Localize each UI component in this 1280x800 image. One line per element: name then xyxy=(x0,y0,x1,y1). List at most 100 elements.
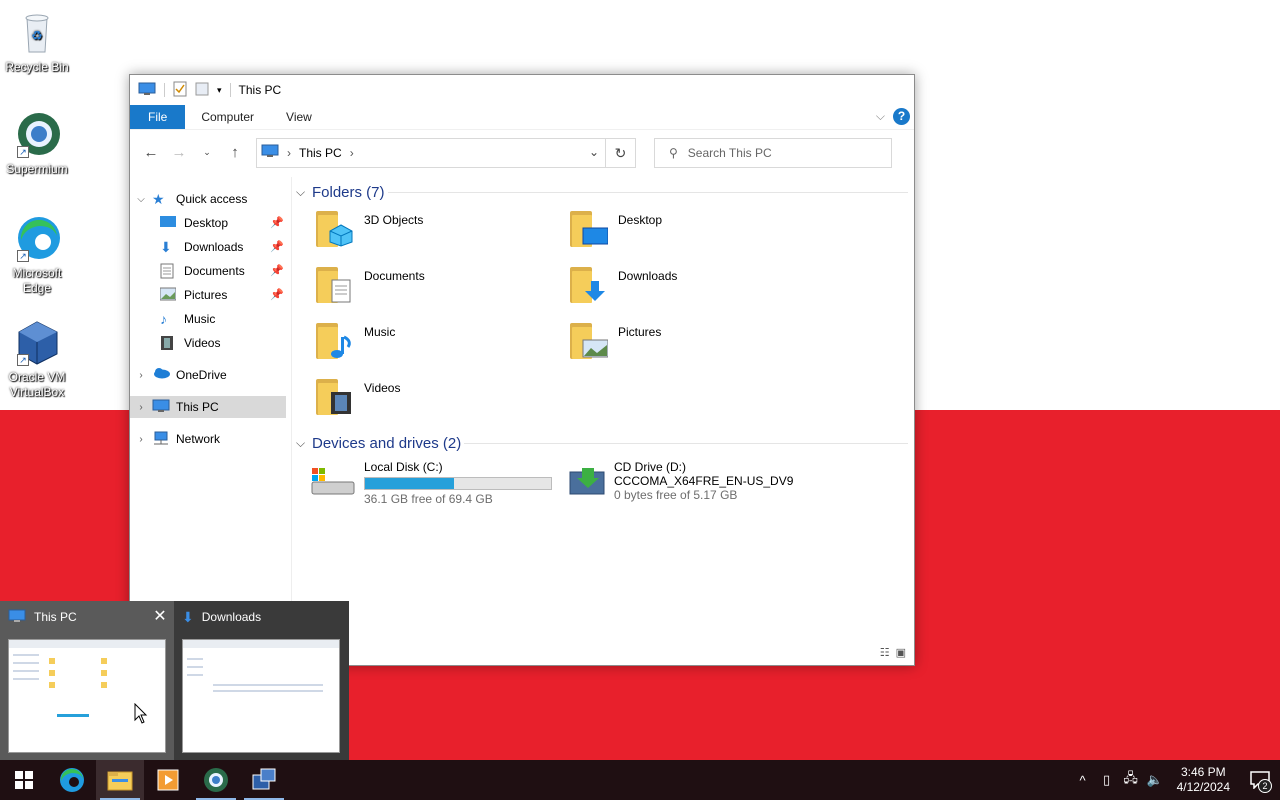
customize-qat-icon[interactable]: ▾ xyxy=(217,85,222,96)
tab-view[interactable]: View xyxy=(270,105,328,129)
drive-free-space: 36.1 GB free of 69.4 GB xyxy=(364,492,493,506)
forward-arrow-icon[interactable]: → xyxy=(168,144,190,161)
pin-icon: 📌 xyxy=(270,265,284,277)
clock[interactable]: 3:46 PM 4/12/2024 xyxy=(1177,765,1230,795)
properties-icon[interactable] xyxy=(173,81,187,100)
help-icon[interactable]: ? xyxy=(893,108,910,125)
music-note-icon xyxy=(331,335,351,358)
close-icon[interactable]: ✕ xyxy=(148,605,172,629)
folder-desktop[interactable]: Desktop xyxy=(568,207,808,255)
back-arrow-icon[interactable]: ← xyxy=(140,144,162,161)
nav-label: Music xyxy=(184,312,216,326)
nav-quick-access[interactable]: ⌵ ★ Quick access xyxy=(130,188,286,210)
this-pc-icon xyxy=(8,609,26,626)
nav-desktop[interactable]: Desktop 📌 xyxy=(130,212,286,234)
folder-videos[interactable]: Videos xyxy=(314,375,554,423)
desktop-icon-recycle-bin[interactable]: ♻ Recycle Bin xyxy=(0,8,74,75)
view-toggle: ☷ ▣ xyxy=(880,646,906,659)
pin-icon: 📌 xyxy=(270,217,284,229)
collapse-chevron-icon[interactable]: ⌵ xyxy=(296,185,312,200)
document-icon xyxy=(331,279,351,303)
thumbnail-preview-downloads xyxy=(182,639,340,753)
drive-c[interactable]: Local Disk (C:) 36.1 GB free of 69.4 GB xyxy=(310,460,552,506)
show-hidden-icons-chevron-icon[interactable]: ^ xyxy=(1071,773,1095,788)
recent-locations-icon[interactable]: ⌄ xyxy=(196,147,218,158)
virtualbox-icon: ↗ xyxy=(13,318,61,366)
desktop-icon-label: Microsoft Edge xyxy=(12,266,62,295)
nav-label: Documents xyxy=(184,264,245,278)
taskbar-media-player[interactable] xyxy=(144,760,192,800)
collapsed-chevron-icon[interactable]: › xyxy=(130,434,152,445)
pictures-icon xyxy=(582,339,608,358)
nav-music[interactable]: ♪ Music xyxy=(130,308,286,330)
folder-downloads[interactable]: Downloads xyxy=(568,263,808,311)
window-title: This PC xyxy=(238,83,282,97)
taskbar-file-explorer[interactable] xyxy=(96,760,144,800)
new-folder-icon[interactable] xyxy=(195,81,209,100)
nav-documents[interactable]: Documents 📌 xyxy=(130,260,286,282)
clock-date: 4/12/2024 xyxy=(1176,780,1230,794)
tab-file[interactable]: File xyxy=(130,105,186,129)
divider xyxy=(388,192,908,193)
navigation-pane: ⌵ ★ Quick access Desktop 📌 ⬇ Downloads 📌… xyxy=(130,177,292,665)
device-icon[interactable]: ▯ xyxy=(1095,772,1119,788)
media-player-icon xyxy=(157,769,179,791)
breadcrumb-chevron-icon[interactable]: › xyxy=(350,146,354,160)
folder-name: Desktop xyxy=(618,213,663,227)
collapsed-chevron-icon[interactable]: › xyxy=(130,370,152,381)
breadcrumb-this-pc[interactable]: This PC xyxy=(299,146,342,160)
nav-videos[interactable]: Videos xyxy=(130,332,286,354)
volume-muted-icon[interactable]: 🔈 xyxy=(1143,772,1167,788)
nav-downloads[interactable]: ⬇ Downloads 📌 xyxy=(130,236,286,258)
folder-documents[interactable]: Documents xyxy=(314,263,554,311)
action-center-button[interactable]: 2 xyxy=(1240,760,1280,800)
folder-name: Downloads xyxy=(618,269,678,283)
pin-icon: 📌 xyxy=(270,289,284,301)
refresh-icon[interactable]: ↻ xyxy=(605,138,635,167)
expand-ribbon-icon[interactable]: ⌵ xyxy=(876,109,885,124)
download-arrow-icon xyxy=(585,281,605,301)
tab-computer[interactable]: Computer xyxy=(185,105,270,129)
nav-pictures[interactable]: Pictures 📌 xyxy=(130,284,286,306)
up-arrow-icon[interactable]: ↑ xyxy=(224,144,246,161)
folder-icon xyxy=(314,375,354,417)
desktop-icon xyxy=(160,215,178,231)
folder-pictures[interactable]: Pictures xyxy=(568,319,808,367)
start-button[interactable] xyxy=(0,760,48,800)
desktop-icon-edge[interactable]: ↗ Microsoft Edge xyxy=(0,214,74,296)
search-box[interactable]: ⚲ Search This PC xyxy=(654,137,892,168)
nav-label: Videos xyxy=(184,336,221,350)
desktop-icon-supermium[interactable]: ↗ Supermium xyxy=(0,110,74,177)
svg-text:♻: ♻ xyxy=(31,28,43,43)
taskbar-virtualbox[interactable] xyxy=(240,760,288,800)
thumbnail-downloads[interactable]: ⬇ Downloads xyxy=(174,601,348,760)
desktop-icon-virtualbox[interactable]: ↗ Oracle VM VirtualBox xyxy=(0,318,74,400)
taskbar-edge[interactable] xyxy=(48,760,96,800)
nav-this-pc[interactable]: › This PC xyxy=(130,396,286,418)
nav-onedrive[interactable]: › OneDrive xyxy=(130,364,286,386)
thumbnail-this-pc[interactable]: This PC ✕ xyxy=(0,601,174,760)
collapse-chevron-icon[interactable]: ⌵ xyxy=(296,436,312,451)
notification-count: 2 xyxy=(1258,779,1272,793)
breadcrumb-chevron-icon[interactable]: › xyxy=(287,146,291,160)
folder-icon xyxy=(568,319,608,361)
address-bar[interactable]: › This PC › ⌄ ↻ xyxy=(256,137,636,168)
shortcut-arrow-icon: ↗ xyxy=(17,146,29,158)
folder-name: Documents xyxy=(364,269,425,283)
folder-music[interactable]: Music xyxy=(314,319,554,367)
expanded-chevron-icon[interactable]: ⌵ xyxy=(130,194,152,205)
collapsed-chevron-icon[interactable]: › xyxy=(130,402,152,413)
cube-icon xyxy=(329,224,353,247)
nav-label: Pictures xyxy=(184,288,228,302)
folder-icon xyxy=(568,263,608,305)
folder-3d-objects[interactable]: 3D Objects xyxy=(314,207,554,255)
drives-group-header[interactable]: ⌵ Devices and drives (2) xyxy=(296,432,461,454)
taskbar-supermium[interactable] xyxy=(192,760,240,800)
folders-group-header[interactable]: ⌵ Folders (7) xyxy=(296,181,385,203)
address-dropdown-icon[interactable]: ⌄ xyxy=(589,145,599,159)
details-view-icon[interactable]: ☷ xyxy=(880,646,890,659)
nav-network[interactable]: › Network xyxy=(130,428,286,450)
large-icons-view-icon[interactable]: ▣ xyxy=(896,646,906,659)
drive-d[interactable]: CD Drive (D:) CCCOMA_X64FRE_EN-US_DV9 0 … xyxy=(568,460,793,502)
network-status-icon[interactable]: 🖧 xyxy=(1119,769,1143,791)
